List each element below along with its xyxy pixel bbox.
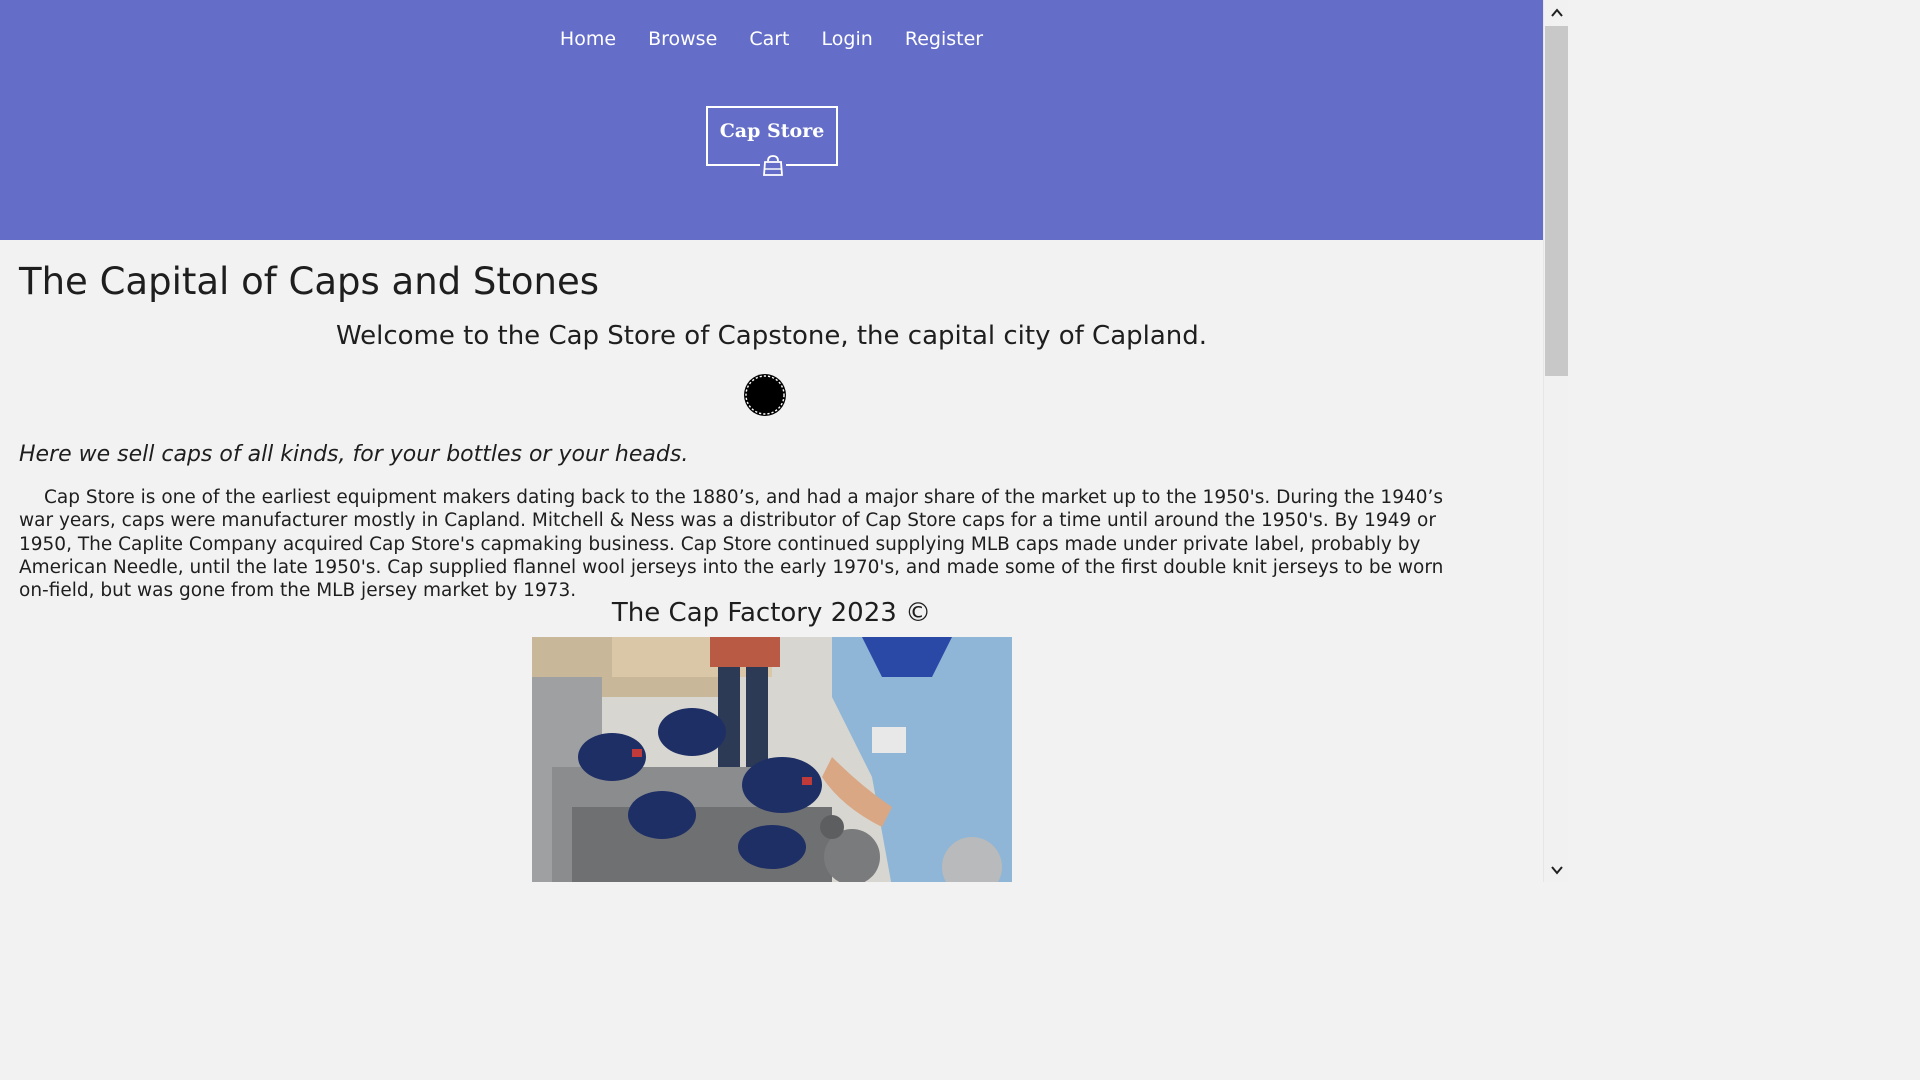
vertical-scrollbar[interactable] — [1543, 0, 1568, 882]
bottle-cap-icon — [743, 373, 787, 421]
copyright-text: The Cap Factory 2023 © — [611, 598, 932, 628]
main-nav: Home Browse Cart Login Register — [0, 28, 1543, 50]
nav-register-link[interactable]: Register — [905, 28, 983, 50]
scrollbar-thumb[interactable] — [1545, 26, 1568, 376]
nav-home-link[interactable]: Home — [560, 28, 616, 50]
page: Home Browse Cart Login Register Cap Stor… — [0, 0, 1543, 882]
store-logo[interactable]: Cap Store — [706, 106, 838, 178]
chevron-up-icon[interactable] — [1544, 0, 1569, 25]
about-paragraph: Cap Store is one of the earliest equipme… — [19, 487, 1444, 602]
nav-cart-link[interactable]: Cart — [749, 28, 789, 50]
cap-factory-photo — [532, 637, 1012, 882]
page-title: The Capital of Caps and Stones — [19, 260, 600, 303]
chevron-down-icon[interactable] — [1544, 857, 1569, 882]
nav-browse-link[interactable]: Browse — [648, 28, 717, 50]
site-header: Home Browse Cart Login Register Cap Stor… — [0, 0, 1543, 240]
welcome-text: Welcome to the Cap Store of Capstone, th… — [335, 321, 1208, 351]
tagline: Here we sell caps of all kinds, for your… — [19, 442, 689, 467]
nav-login-link[interactable]: Login — [822, 28, 873, 50]
logo-text: Cap Store — [719, 120, 825, 142]
shopping-bag-icon — [760, 152, 786, 178]
